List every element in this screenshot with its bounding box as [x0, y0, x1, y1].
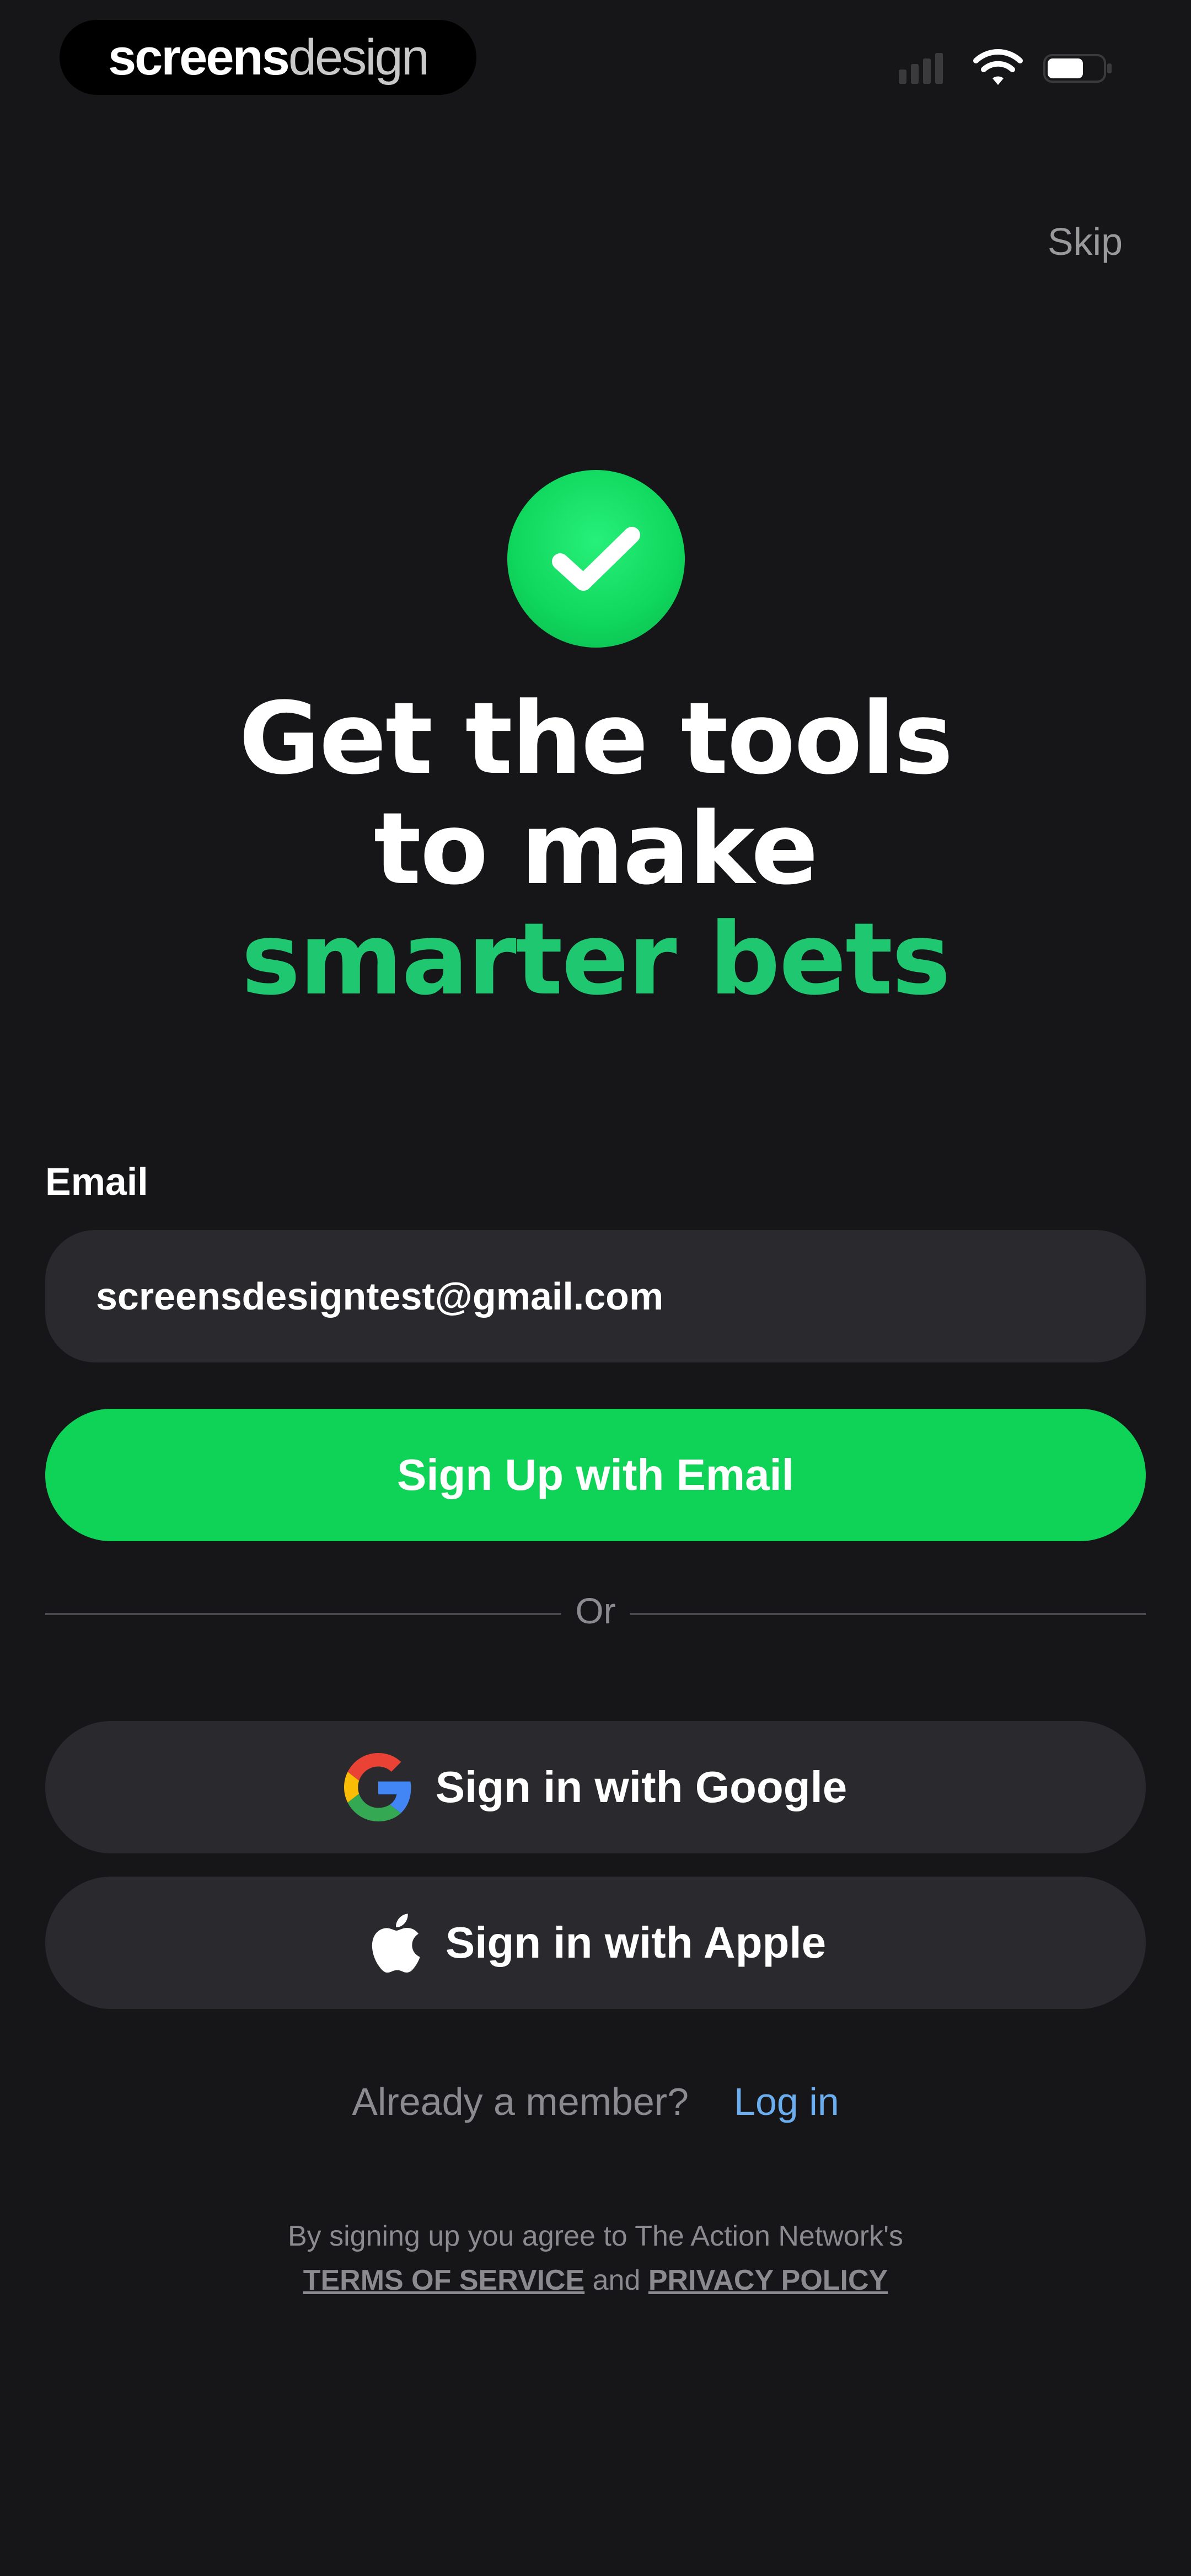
terms-link[interactable]: TERMS OF SERVICE — [303, 2264, 584, 2296]
apple-icon — [365, 1909, 422, 1977]
email-label: Email — [45, 1160, 148, 1203]
or-label: Or — [575, 1590, 616, 1631]
headline-line-1: Get the tools — [239, 681, 953, 797]
legal-links: TERMS OF SERVICE and PRIVACY POLICY — [0, 2264, 1191, 2297]
wifi-icon — [973, 49, 1023, 85]
member-question: Already a member? — [352, 2080, 689, 2123]
brand-logo: screens design — [60, 20, 476, 95]
signal-icon — [899, 53, 947, 84]
member-row: Already a member? Log in — [0, 2080, 1191, 2124]
legal-and: and — [592, 2264, 641, 2296]
apple-signin-button[interactable]: Sign in with Apple — [45, 1877, 1146, 2009]
check-icon — [507, 470, 685, 648]
headline-line-3: smarter bets — [241, 902, 951, 1017]
brand-logo-part1: screens — [108, 29, 290, 85]
signup-email-button[interactable]: Sign Up with Email — [45, 1409, 1146, 1541]
legal-text: By signing up you agree to The Action Ne… — [287, 2220, 904, 2252]
privacy-link[interactable]: PRIVACY POLICY — [648, 2264, 888, 2296]
google-signin-button[interactable]: Sign in with Google — [45, 1721, 1146, 1853]
login-link[interactable]: Log in — [734, 2080, 839, 2123]
email-field[interactable] — [45, 1230, 1146, 1362]
apple-signin-label: Sign in with Apple — [445, 1918, 827, 1967]
google-icon — [344, 1753, 412, 1821]
battery-icon — [1043, 54, 1112, 83]
signup-email-label: Sign Up with Email — [396, 1450, 795, 1499]
headline-line-2: to make — [373, 792, 818, 907]
check-mark-glyph — [552, 527, 640, 591]
divider-right — [630, 1613, 1146, 1615]
google-signin-label: Sign in with Google — [435, 1762, 847, 1811]
skip-button[interactable]: Skip — [1048, 220, 1123, 264]
divider-left — [45, 1613, 561, 1615]
brand-logo-part2: design — [288, 29, 430, 85]
